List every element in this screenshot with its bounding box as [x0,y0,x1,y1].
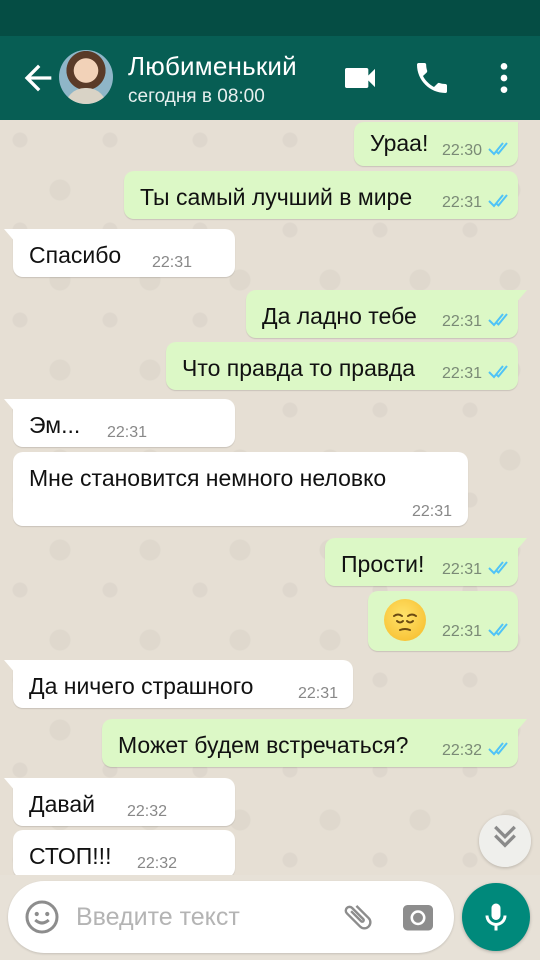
scroll-down-icon [494,825,516,848]
message-text: Да ладно тебе [262,303,417,329]
message-bubble-incoming[interactable]: СТОП!!! 22:32 [13,830,235,875]
message-text: Да ничего страшного [29,673,254,699]
message-bubble-incoming[interactable]: Эм... 22:31 [4,399,235,447]
message-text: Эм... [29,412,81,438]
message-bubble-outgoing[interactable]: Да ладно тебе 22:31 [246,290,527,338]
message-text: Давай [29,791,95,817]
message-bubble-outgoing[interactable]: Ты самый лучший в мире 22:31 [124,171,518,219]
pensive-face-icon [384,599,426,641]
message-bubble-incoming[interactable]: Мне становится немного неловко 22:31 [13,452,468,526]
message-bubble-outgoing[interactable]: 22:31 [368,591,518,651]
avatar[interactable] [59,50,113,104]
message-time: 22:31 [107,424,148,441]
message-time: 22:31 [442,313,483,330]
read-ticks-icon [488,561,508,575]
message-time: 22:32 [127,803,168,820]
attach-icon[interactable] [340,899,376,935]
message-time: 22:31 [442,365,483,382]
message-time: 22:31 [442,623,483,640]
mic-icon [485,903,507,931]
message-bubble-outgoing[interactable]: Что правда то правда 22:31 [166,342,518,390]
read-ticks-icon [488,365,508,379]
read-ticks-icon [488,194,508,208]
back-arrow-icon[interactable] [18,58,58,98]
message-text: Прости! [341,551,425,577]
read-ticks-icon [488,142,508,156]
contact-name[interactable]: Любименький [128,51,297,82]
emoji-icon[interactable] [24,899,60,935]
message-time: 22:31 [298,685,339,702]
message-time: 22:31 [442,194,483,211]
message-bubble-incoming[interactable]: Давай 22:32 [4,778,235,826]
message-time: 22:30 [442,142,483,159]
message-text: Что правда то правда [182,355,416,381]
more-vert-icon[interactable] [484,58,524,98]
message-bubble-outgoing[interactable]: Ураа! 22:30 [354,122,518,166]
mic-button[interactable] [462,883,530,951]
message-text: СТОП!!! [29,843,112,869]
read-ticks-icon [488,623,508,637]
message-text: Ураа! [370,130,429,156]
video-call-icon[interactable] [340,58,380,98]
message-time: 22:32 [442,742,483,759]
message-bubble-outgoing[interactable]: Может будем встречаться? 22:32 [102,719,527,767]
message-text: Мне становится немного неловко [29,465,387,491]
chat-header: Любименький сегодня в 08:00 [0,36,540,120]
scroll-to-bottom-button[interactable] [479,815,531,867]
status-bar [0,0,540,36]
message-time: 22:31 [152,254,193,271]
phone-icon[interactable] [412,58,452,98]
message-text: Ты самый лучший в мире [140,184,413,210]
read-ticks-icon [488,742,508,756]
message-bubble-incoming[interactable]: Да ничего страшного 22:31 [4,660,353,708]
message-time: 22:32 [137,855,178,872]
message-time: 22:31 [412,503,453,520]
message-bubble-outgoing[interactable]: Прости! 22:31 [325,538,527,586]
message-list[interactable]: Ураа! 22:30 Ты самый лучший в мире 22:31… [0,120,540,875]
read-ticks-icon [488,313,508,327]
message-input[interactable] [76,895,336,939]
message-text: Может будем встречаться? [118,732,409,758]
message-time: 22:31 [442,561,483,578]
camera-icon[interactable] [400,899,436,935]
message-composer [8,881,454,953]
message-text: Спасибо [29,242,122,268]
last-seen: сегодня в 08:00 [128,86,265,107]
message-bubble-incoming[interactable]: Спасибо 22:31 [4,229,235,277]
